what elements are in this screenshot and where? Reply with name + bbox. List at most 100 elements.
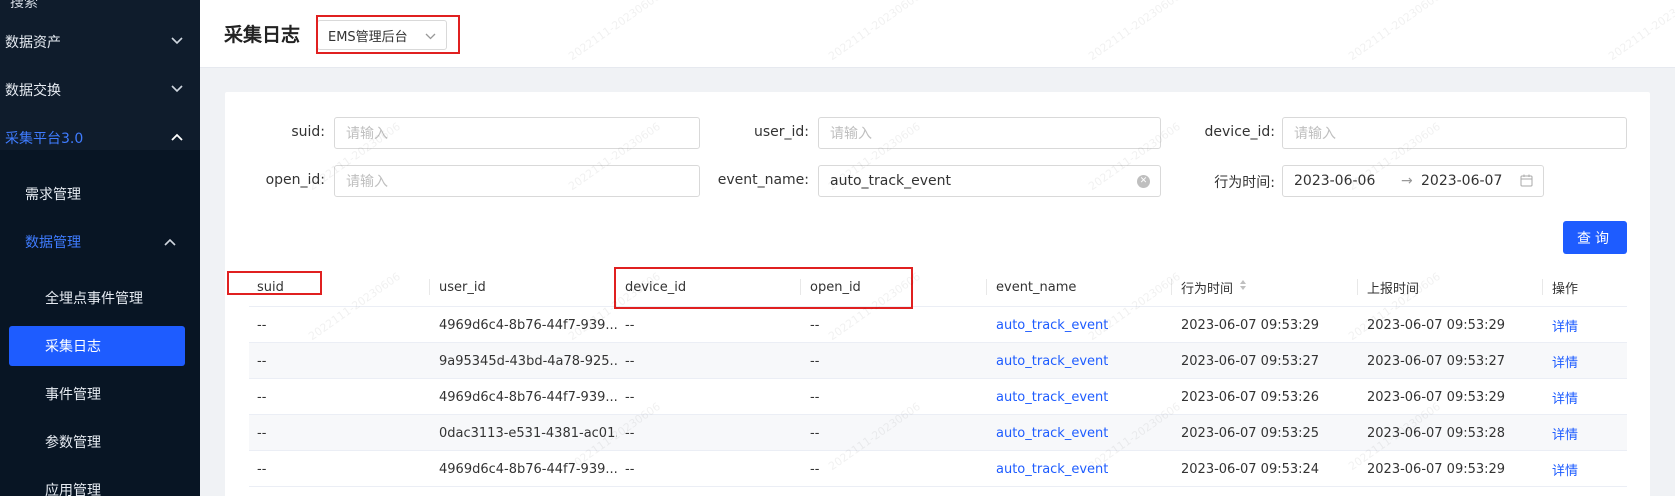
user-id-input[interactable]: 请输入 bbox=[818, 117, 1161, 149]
device-id-placeholder: 请输入 bbox=[1294, 126, 1336, 142]
cell-report-time: 2023-06-07 09:53:29 bbox=[1367, 317, 1506, 333]
col-open-id: open_id bbox=[800, 267, 861, 307]
column-divider bbox=[986, 279, 987, 295]
cell-op[interactable]: 详情 bbox=[1552, 379, 1578, 415]
user-id-label: user_id: bbox=[753, 124, 809, 140]
sidebar: 搜索 数据资产 数据交换 采集平台3.0 需求管理 数据管理 全埋点事件管理 采… bbox=[0, 0, 200, 496]
column-divider bbox=[1542, 279, 1543, 295]
cell-device-id: -- bbox=[625, 317, 635, 333]
cell-event-name[interactable]: auto_track_event bbox=[996, 415, 1108, 451]
app-select[interactable]: EMS管理后台 bbox=[317, 20, 447, 50]
cell-report-time: 2023-06-07 09:53:29 bbox=[1367, 461, 1506, 477]
cell-device-id: -- bbox=[625, 353, 635, 369]
col-event-name: event_name bbox=[986, 267, 1076, 307]
suid-input[interactable]: 请输入 bbox=[334, 117, 700, 149]
sidebar-item-label: 数据管理 bbox=[25, 235, 81, 251]
sidebar-item-data-assets[interactable]: 数据资产 bbox=[0, 20, 200, 64]
sidebar-item-collection-log[interactable]: 采集日志 bbox=[9, 326, 185, 366]
cell-op[interactable]: 详情 bbox=[1552, 307, 1578, 343]
chevron-down-icon bbox=[425, 29, 436, 44]
sidebar-item-param-management[interactable]: 参数管理 bbox=[0, 420, 200, 464]
open-id-input[interactable]: 请输入 bbox=[334, 165, 700, 197]
cell-action-time: 2023-06-07 09:53:27 bbox=[1181, 353, 1320, 369]
calendar-icon bbox=[1520, 174, 1533, 191]
cell-event-name[interactable]: auto_track_event bbox=[996, 451, 1108, 487]
cell-device-id: -- bbox=[625, 389, 635, 405]
page-title: 采集日志 bbox=[224, 24, 301, 46]
cell-suid: -- bbox=[257, 353, 267, 369]
sidebar-item-data-exchange[interactable]: 数据交换 bbox=[0, 68, 200, 112]
open-id-placeholder: 请输入 bbox=[346, 174, 388, 190]
cell-action-time: 2023-06-07 09:53:29 bbox=[1181, 317, 1320, 333]
sort-icon[interactable] bbox=[1239, 279, 1247, 295]
table-body: -- 4969d6c4-8b76-44f7-939... -- -- auto_trac… bbox=[249, 307, 1627, 487]
device-id-label: device_id: bbox=[1204, 124, 1275, 140]
cell-action-time: 2023-06-07 09:53:26 bbox=[1181, 389, 1320, 405]
cell-op[interactable]: 详情 bbox=[1552, 415, 1578, 451]
event-name-value: auto_track_event bbox=[830, 173, 952, 189]
sidebar-item-label: 需求管理 bbox=[25, 187, 81, 203]
column-divider bbox=[615, 279, 616, 295]
cell-open-id: -- bbox=[810, 425, 820, 441]
sidebar-item-requirements[interactable]: 需求管理 bbox=[0, 172, 200, 216]
cell-action-time: 2023-06-07 09:53:25 bbox=[1181, 425, 1320, 441]
cell-suid: -- bbox=[257, 317, 267, 333]
table-row: -- 9a95345d-43bd-4a78-925... -- -- auto_trac… bbox=[249, 343, 1627, 379]
col-suid: suid bbox=[257, 279, 284, 295]
cell-op[interactable]: 详情 bbox=[1552, 343, 1578, 379]
device-id-input[interactable]: 请输入 bbox=[1282, 117, 1627, 149]
sidebar-item-data-management[interactable]: 数据管理 bbox=[0, 220, 200, 264]
log-table: suid user_id device_id open_id event_nam… bbox=[249, 267, 1627, 487]
date-end: 2023-06-07 bbox=[1421, 173, 1503, 189]
user-id-placeholder: 请输入 bbox=[830, 126, 872, 142]
sidebar-item-label: 全埋点事件管理 bbox=[45, 291, 143, 307]
query-button[interactable]: 查询 bbox=[1563, 221, 1627, 254]
sidebar-search-label: 搜索 bbox=[10, 0, 38, 11]
col-action-time[interactable]: 行为时间 bbox=[1171, 267, 1247, 307]
sidebar-item-event-management[interactable]: 事件管理 bbox=[0, 372, 200, 416]
cell-open-id: -- bbox=[810, 353, 820, 369]
col-label: 行为时间 bbox=[1181, 281, 1234, 297]
cell-open-id: -- bbox=[810, 317, 820, 333]
chevron-up-icon bbox=[164, 234, 176, 250]
arrow-right-icon: → bbox=[1401, 173, 1413, 189]
cell-open-id: -- bbox=[810, 389, 820, 405]
sidebar-item-app-management[interactable]: 应用管理 bbox=[0, 468, 200, 496]
sidebar-item-auto-track-events[interactable]: 全埋点事件管理 bbox=[0, 276, 200, 320]
sidebar-item-label: 事件管理 bbox=[45, 387, 101, 403]
clear-icon[interactable]: ✕ bbox=[1137, 175, 1150, 188]
page-header: 采集日志 EMS管理后台 bbox=[200, 0, 1675, 68]
cell-suid: -- bbox=[257, 461, 267, 477]
date-range-picker[interactable]: 2023-06-06 → 2023-06-07 bbox=[1282, 165, 1544, 197]
cell-suid: -- bbox=[257, 389, 267, 405]
table-row: -- 4969d6c4-8b76-44f7-939... -- -- auto_trac… bbox=[249, 451, 1627, 487]
cell-user-id: 4969d6c4-8b76-44f7-939... bbox=[439, 317, 617, 333]
sidebar-item-label: 数据交换 bbox=[5, 83, 61, 99]
event-name-input[interactable]: auto_track_event ✕ bbox=[818, 165, 1161, 197]
cell-event-name[interactable]: auto_track_event bbox=[996, 307, 1108, 343]
sidebar-item-label: 采集日志 bbox=[45, 339, 101, 355]
app-select-value: EMS管理后台 bbox=[328, 29, 408, 45]
sidebar-item-label: 应用管理 bbox=[45, 483, 101, 496]
cell-event-name[interactable]: auto_track_event bbox=[996, 379, 1108, 415]
cell-report-time: 2023-06-07 09:53:27 bbox=[1367, 353, 1506, 369]
date-start: 2023-06-06 bbox=[1294, 173, 1376, 189]
action-time-label: 行为时间: bbox=[1214, 175, 1275, 191]
column-divider bbox=[800, 279, 801, 295]
cell-action-time: 2023-06-07 09:53:24 bbox=[1181, 461, 1320, 477]
open-id-label: open_id: bbox=[265, 172, 325, 188]
cell-device-id: -- bbox=[625, 425, 635, 441]
col-label: 操作 bbox=[1552, 281, 1579, 297]
col-label: 上报时间 bbox=[1367, 281, 1420, 297]
chevron-down-icon bbox=[170, 82, 184, 96]
cell-op[interactable]: 详情 bbox=[1552, 451, 1578, 487]
cell-report-time: 2023-06-07 09:53:29 bbox=[1367, 389, 1506, 405]
cell-suid: -- bbox=[257, 425, 267, 441]
col-user-id: user_id bbox=[429, 267, 486, 307]
column-divider bbox=[429, 279, 430, 295]
cell-event-name[interactable]: auto_track_event bbox=[996, 343, 1108, 379]
sidebar-item-label: 参数管理 bbox=[45, 435, 101, 451]
column-divider bbox=[1357, 279, 1358, 295]
sidebar-item-collection-platform[interactable]: 采集平台3.0 bbox=[0, 116, 200, 160]
cell-open-id: -- bbox=[810, 461, 820, 477]
